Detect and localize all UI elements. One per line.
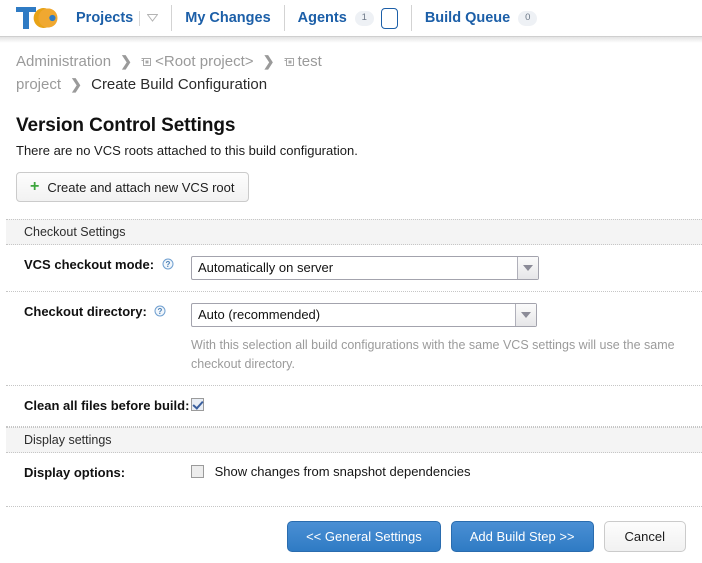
breadcrumb-separator-2: ❯ [263,50,275,73]
general-settings-button[interactable]: << General Settings [287,521,441,552]
label-vcs-checkout-mode: VCS checkout mode: ? [6,256,191,274]
row-checkout-directory: Checkout directory: ? Auto (recommended)… [6,292,702,386]
clean-all-files-checkbox[interactable] [191,398,204,411]
nav-link-build-queue[interactable]: Build Queue [425,10,510,26]
nav-item-build-queue[interactable]: Build Queue 0 [412,5,550,31]
settings-table: Checkout Settings VCS checkout mode: ? A… [6,219,702,493]
nav-link-agents[interactable]: Agents [298,10,347,26]
field-clean-all-files [191,397,702,412]
page-subtitle: There are no VCS roots attached to this … [16,143,702,158]
nav-link-my-changes[interactable]: My Changes [185,10,270,26]
nav-item-agents[interactable]: Agents 1 [285,5,412,31]
agents-count-badge: 1 [355,11,374,26]
vcs-checkout-mode-select[interactable]: Automatically on server [191,256,539,280]
footer-button-bar: << General Settings Add Build Step >> Ca… [0,507,702,552]
breadcrumb-item-administration[interactable]: Administration [16,53,111,70]
help-icon-checkout-directory[interactable]: ? [154,305,166,317]
section-header-checkout-settings: Checkout Settings [6,219,702,245]
checkout-directory-hint: With this selection all build configurat… [191,336,681,374]
top-navigation-bar: Projects My Changes Agents 1 Build Queue… [0,0,702,37]
label-checkout-directory-text: Checkout directory: [24,304,147,319]
checkout-directory-select[interactable]: Auto (recommended) [191,303,537,327]
projects-dropdown-caret[interactable] [139,11,158,26]
breadcrumb-separator-3: ❯ [70,73,82,96]
cancel-button[interactable]: Cancel [604,521,686,552]
field-checkout-directory: Auto (recommended) With this selection a… [191,303,702,374]
label-vcs-checkout-mode-text: VCS checkout mode: [24,257,154,272]
teamcity-logo-icon[interactable] [14,5,60,31]
breadcrumb-item-root-project[interactable]: <Root project> [155,53,253,70]
svg-text:?: ? [165,260,170,269]
project-icon-2 [284,57,295,67]
nav-item-my-changes[interactable]: My Changes [172,5,284,31]
row-vcs-checkout-mode: VCS checkout mode: ? Automatically on se… [6,245,702,292]
chevron-down-icon [147,14,158,22]
svg-text:?: ? [158,307,163,316]
vcs-checkout-mode-select-wrap: Automatically on server [191,256,539,280]
create-and-attach-vcs-root-button[interactable]: + Create and attach new VCS root [16,172,249,202]
breadcrumb-separator: ❯ [120,50,132,73]
show-changes-snapshot-dependencies-checkbox[interactable] [191,465,204,478]
field-display-options: Show changes from snapshot dependencies [191,464,702,479]
project-icon [141,57,152,67]
section-header-display-settings: Display settings [6,427,702,453]
checkout-directory-select-wrap: Auto (recommended) [191,303,537,327]
build-queue-count-badge: 0 [518,11,537,26]
create-vcs-root-label: Create and attach new VCS root [47,180,234,195]
breadcrumb-item-current: Create Build Configuration [91,76,267,93]
nav-link-projects[interactable]: Projects [76,10,133,26]
label-checkout-directory: Checkout directory: ? [6,303,191,321]
help-icon-vcs-checkout-mode[interactable]: ? [162,258,174,270]
label-display-options: Display options: [6,464,191,482]
label-clean-all-files: Clean all files before build: [6,397,191,415]
row-clean-all-files: Clean all files before build: [6,386,702,427]
show-changes-snapshot-dependencies-label[interactable]: Show changes from snapshot dependencies [215,464,471,479]
add-build-step-button[interactable]: Add Build Step >> [451,521,594,552]
agents-status-box-icon[interactable] [381,8,398,29]
page-title: Version Control Settings [16,115,702,137]
field-vcs-checkout-mode: Automatically on server [191,256,702,280]
plus-icon: + [30,179,39,195]
breadcrumb: Administration ❯ <Root project> ❯ test p… [0,37,380,96]
row-display-options: Display options: Show changes from snaps… [6,453,702,493]
nav-item-projects[interactable]: Projects [76,5,172,31]
